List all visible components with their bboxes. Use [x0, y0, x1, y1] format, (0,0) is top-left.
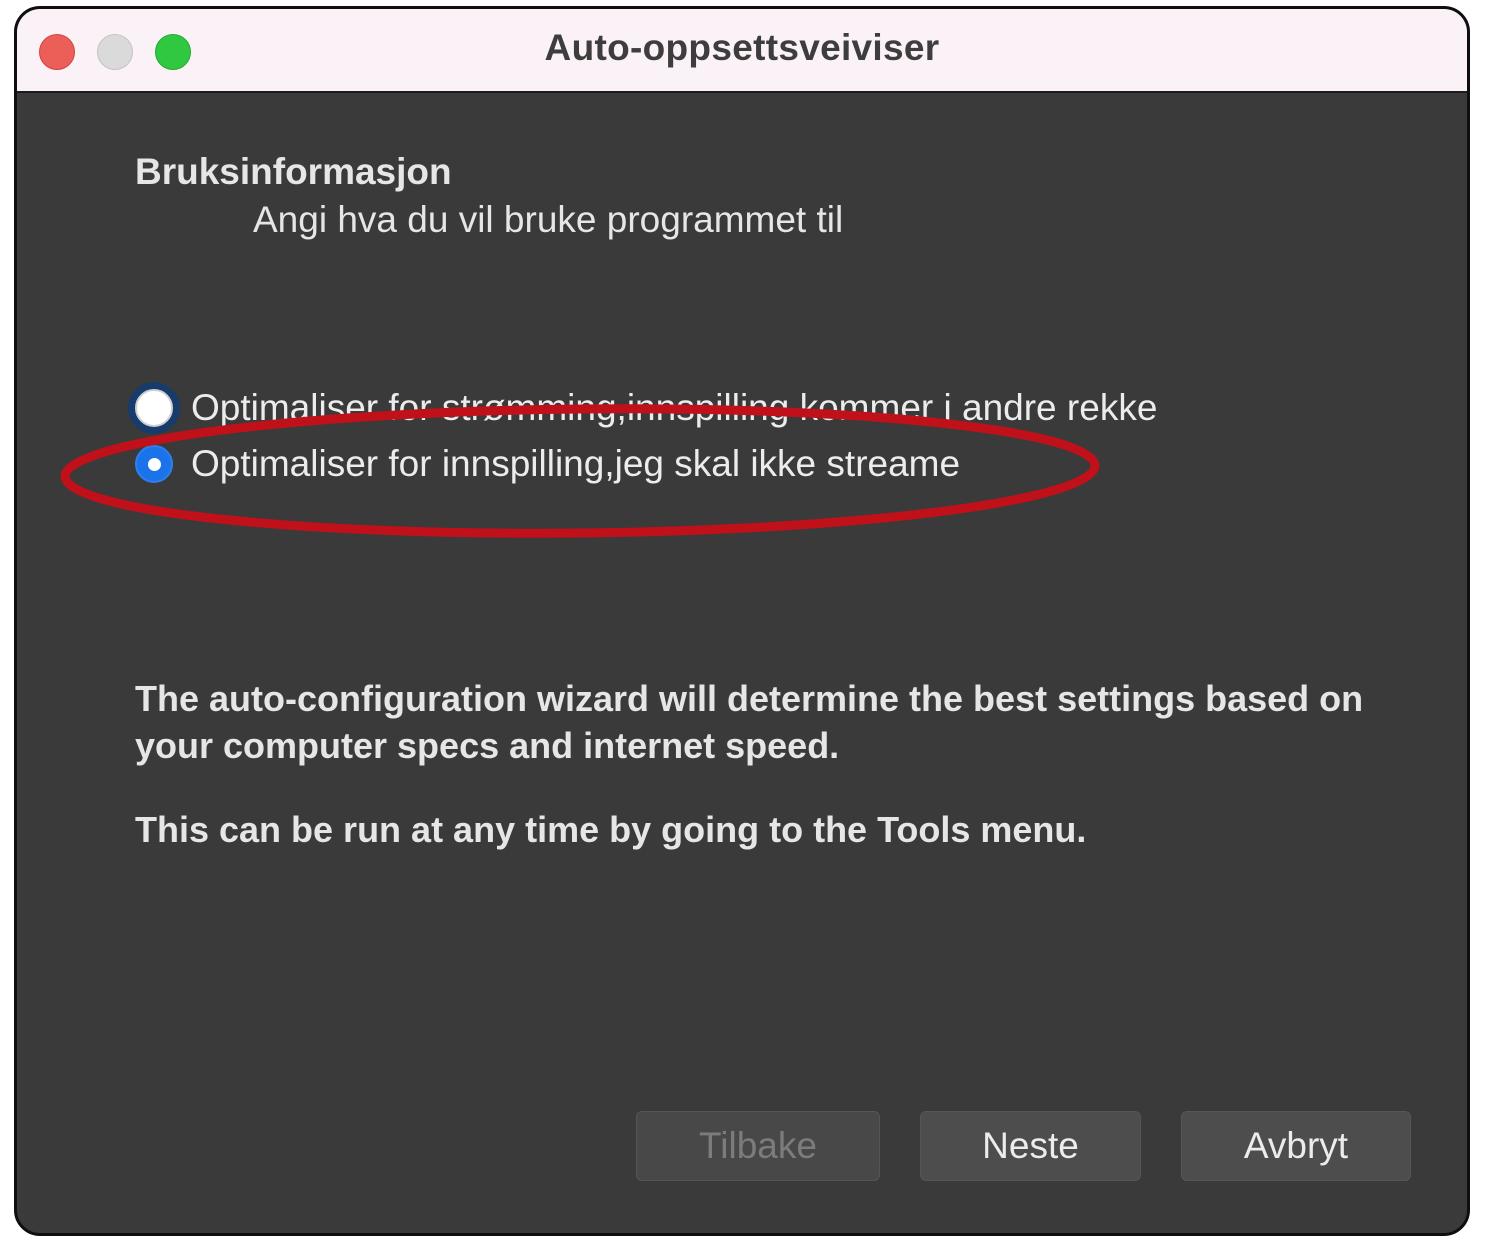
cancel-button[interactable]: Avbryt	[1181, 1111, 1411, 1181]
info-paragraph-1: The auto-configuration wizard will deter…	[135, 678, 1364, 766]
radio-streaming[interactable]	[135, 389, 173, 427]
window-title: Auto-oppsettsveiviser	[544, 27, 940, 68]
titlebar[interactable]: Auto-oppsettsveiviser	[17, 9, 1467, 93]
page-subheading: Angi hva du vil bruke programmet til	[253, 199, 844, 240]
info-paragraph-2: This can be run at any time by going to …	[135, 809, 1087, 850]
option-streaming[interactable]: Optimaliser for strømming,innspilling ko…	[135, 387, 1157, 429]
option-recording[interactable]: Optimaliser for innspilling,jeg skal ikk…	[135, 443, 960, 485]
back-button[interactable]: Tilbake	[636, 1111, 880, 1181]
red-ellipse-annotation	[60, 404, 1100, 538]
page-heading: Bruksinformasjon	[135, 151, 452, 192]
option-recording-label[interactable]: Optimaliser for innspilling,jeg skal ikk…	[191, 443, 960, 485]
option-streaming-label[interactable]: Optimaliser for strømming,innspilling ko…	[191, 387, 1157, 429]
radio-recording[interactable]	[135, 445, 173, 483]
setup-wizard-window: Auto-oppsettsveiviser Bruksinformasjon A…	[14, 6, 1470, 1236]
next-button[interactable]: Neste	[920, 1111, 1141, 1181]
